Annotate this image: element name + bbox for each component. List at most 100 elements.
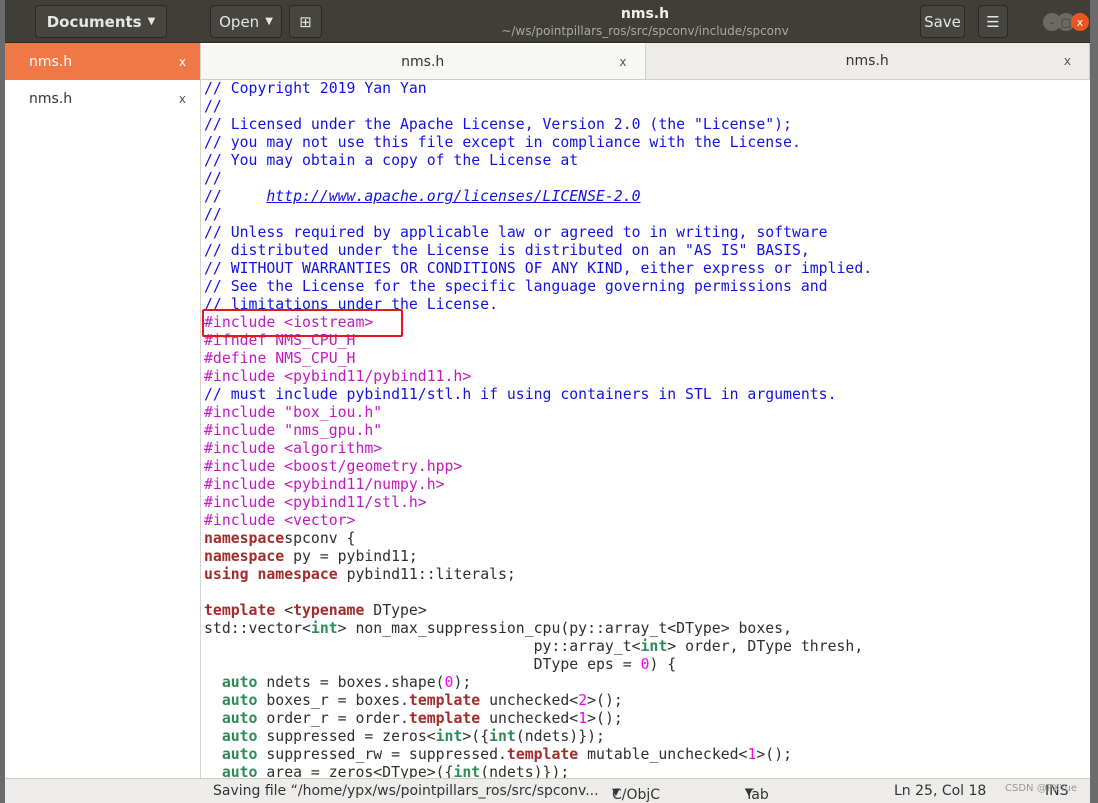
code-token: py = pybind11; — [284, 548, 418, 565]
code-token: int — [640, 638, 668, 655]
code-token: #include <vector> — [204, 512, 356, 529]
code-token: #include <iostream> — [204, 314, 374, 331]
code-token: namespace — [204, 530, 285, 547]
code-line: DType eps = 0) { — [204, 656, 1090, 674]
code-line: // — [204, 98, 1090, 116]
tab-nms-h[interactable]: nms.h x — [201, 43, 646, 79]
code-token: // you may not use this file except in c… — [204, 134, 801, 151]
code-token: auto — [221, 710, 258, 727]
documents-label: Documents — [46, 12, 142, 31]
documents-sidebar: nms.h x nms.h x — [5, 43, 201, 778]
close-icon[interactable]: x — [1064, 54, 1071, 68]
close-icon[interactable]: x — [179, 55, 186, 69]
code-token: >(); — [756, 746, 793, 763]
code-token: #include <boost/geometry.hpp> — [204, 458, 463, 475]
dropdown-arrow-icon: ▼ — [147, 16, 156, 27]
code-token: >({ — [462, 728, 490, 745]
code-token: unchecked< — [480, 710, 579, 727]
code-token: > order, DType thresh, — [667, 638, 864, 655]
watermark: CSDN @PXYue — [1005, 783, 1078, 794]
status-message: Saving file “/home/ypx/ws/pointpillars_r… — [213, 783, 599, 799]
code-token: 1 — [578, 710, 588, 727]
code-line: template <typename DType> — [204, 602, 1090, 620]
code-token: < — [275, 602, 294, 619]
code-token: #include <pybind11/numpy.h> — [204, 476, 445, 493]
code-token: auto — [221, 746, 258, 763]
code-line: #include <algorithm> — [204, 440, 1090, 458]
code-token: // distributed under the License is dist… — [204, 242, 810, 259]
code-line: namespacespconv { — [204, 530, 1090, 548]
code-line: auto area = zeros<DType>({int(ndets)}); — [204, 764, 1090, 778]
new-document-button[interactable]: ⊞ — [289, 5, 322, 38]
code-line: // See the License for the specific lang… — [204, 278, 1090, 296]
code-line: // You may obtain a copy of the License … — [204, 152, 1090, 170]
code-token: // Licensed under the Apache License, Ve… — [204, 116, 792, 133]
menu-button[interactable]: ☰ — [978, 5, 1008, 38]
close-icon[interactable]: x — [179, 92, 186, 106]
code-token: int — [435, 728, 463, 745]
code-token: // — [204, 98, 222, 115]
tab-nms-h[interactable]: nms.h x — [646, 43, 1090, 79]
code-token: int — [310, 620, 338, 637]
sidebar-document-item[interactable]: nms.h x — [5, 43, 200, 80]
code-token: #include <algorithm> — [204, 440, 383, 457]
code-token: // Copyright 2019 Yan Yan — [204, 80, 427, 97]
code-editor[interactable]: // Copyright 2019 Yan Yan//// Licensed u… — [201, 80, 1090, 778]
code-token: template — [506, 746, 579, 763]
document-name: nms.h — [29, 90, 73, 107]
code-token: #define NMS_CPU_H — [204, 350, 356, 367]
code-token: pybind11::literals; — [337, 566, 516, 583]
code-line: #include "nms_gpu.h" — [204, 422, 1090, 440]
code-token: #include "nms_gpu.h" — [204, 422, 383, 439]
code-token: #include <pybind11/stl.h> — [204, 494, 427, 511]
window-title: nms.h — [620, 6, 670, 22]
code-line: #ifndef NMS_CPU_H — [204, 332, 1090, 350]
code-token: // WITHOUT WARRANTIES OR CONDITIONS OF A… — [204, 260, 873, 277]
code-line: auto boxes_r = boxes.template unchecked<… — [204, 692, 1090, 710]
code-token: // — [204, 170, 222, 187]
save-button[interactable]: Save — [920, 5, 965, 38]
code-token: namespace — [257, 566, 338, 583]
sidebar-document-item[interactable]: nms.h x — [5, 80, 200, 117]
code-token: // — [204, 188, 267, 205]
cursor-position[interactable]: Ln 25, Col 18 — [894, 783, 986, 799]
code-token: spconv { — [284, 530, 356, 547]
code-token: boxes_r = boxes. — [257, 692, 409, 709]
code-token: suppressed_rw = suppressed. — [257, 746, 507, 763]
code-token: // must include pybind11/stl.h if using … — [204, 386, 837, 403]
tab-label: nms.h — [845, 53, 889, 69]
code-line: // limitations under the License. — [204, 296, 1090, 314]
document-name: nms.h — [29, 53, 73, 70]
code-token: mutable_unchecked< — [578, 746, 748, 763]
code-line: auto order_r = order.template unchecked<… — [204, 710, 1090, 728]
code-line: py::array_t<int> order, DType thresh, — [204, 638, 1090, 656]
code-token: DType> — [364, 602, 427, 619]
code-token[interactable]: http://www.apache.org/licenses/LICENSE-2… — [266, 188, 640, 205]
code-token: >(); — [587, 710, 623, 727]
open-button[interactable]: Open ▼ — [210, 5, 282, 38]
code-token: (ndets)}); — [480, 764, 570, 778]
code-token: (ndets)}); — [515, 728, 605, 745]
code-token: // See the License for the specific lang… — [204, 278, 828, 295]
gedit-window: Documents ▼ Open ▼ ⊞ nms.h ~/ws/pointpilla… — [5, 0, 1090, 803]
hamburger-icon: ☰ — [986, 12, 1000, 31]
code-token: // Unless required by applicable law or … — [204, 224, 828, 241]
code-token: auto — [221, 728, 258, 745]
code-line: // Copyright 2019 Yan Yan — [204, 80, 1090, 98]
code-token: ); — [453, 674, 472, 691]
code-token: auto — [221, 764, 258, 778]
documents-button[interactable]: Documents ▼ — [35, 5, 167, 38]
close-window-button[interactable]: x — [1071, 13, 1089, 31]
code-token: namespace — [204, 548, 285, 565]
code-token: int — [453, 764, 481, 778]
code-token: ) { — [649, 656, 677, 673]
close-icon[interactable]: x — [619, 55, 626, 69]
code-token: std::vector< — [204, 620, 311, 637]
code-line: // you may not use this file except in c… — [204, 134, 1090, 152]
code-token: int — [489, 728, 516, 745]
code-token: ndets = boxes.shape( — [257, 674, 445, 691]
